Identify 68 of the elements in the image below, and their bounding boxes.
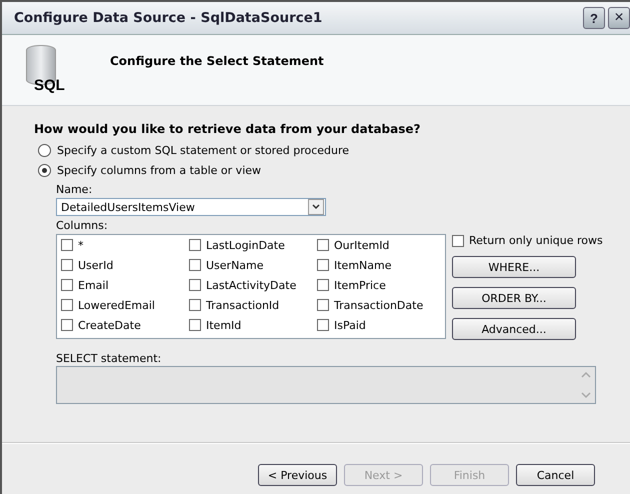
checkbox[interactable] [61, 319, 73, 331]
checkbox-label: IsPaid [334, 318, 366, 332]
checkbox[interactable] [189, 279, 201, 291]
checkbox-label: UserName [206, 258, 264, 272]
name-dropdown[interactable]: DetailedUsersItemsView [56, 198, 326, 216]
query-button[interactable]: ORDER BY... [452, 287, 576, 309]
select-statement-label: SELECT statement: [56, 350, 162, 366]
checkbox[interactable] [61, 239, 73, 251]
help-button[interactable]: ? [583, 7, 605, 29]
checkbox[interactable] [189, 239, 201, 251]
column-checkbox[interactable]: IsPaid [317, 315, 445, 335]
column-checkbox[interactable]: * [61, 235, 189, 255]
checkbox-label: * [78, 238, 84, 252]
checkbox[interactable] [189, 259, 201, 271]
checkbox-label: UserId [78, 258, 114, 272]
checkbox-label: LastActivityDate [206, 278, 296, 292]
column-checkbox[interactable]: CreateDate [61, 315, 189, 335]
column-checkbox[interactable]: UserName [189, 255, 317, 275]
radio-button[interactable] [38, 144, 51, 156]
column-checkbox[interactable]: LastLoginDate [189, 235, 317, 255]
column-checkbox[interactable]: ItemName [317, 255, 445, 275]
option-label: Specify columns from a table or view [57, 164, 262, 176]
checkbox-label: LastLoginDate [206, 238, 285, 252]
checkbox-label: Email [78, 278, 109, 292]
question-text: How would you like to retrieve data from your database? [34, 122, 422, 136]
column-checkbox[interactable]: LastActivityDate [189, 275, 317, 295]
wizard-button[interactable]: < Previous [258, 464, 337, 486]
column-checkbox[interactable]: LoweredEmail [61, 295, 189, 315]
checkbox[interactable] [317, 259, 329, 271]
radio-option[interactable]: Specify a custom SQL statement or stored procedure [38, 140, 596, 160]
radio-option[interactable]: Specify columns from a table or view [38, 160, 596, 180]
checkbox[interactable] [189, 319, 201, 331]
column-checkbox[interactable]: ItemId [189, 315, 317, 335]
window-title: Configure Data Source - SqlDataSource1 [14, 10, 324, 26]
checkbox-label: OurItemId [334, 238, 390, 252]
checkbox-label: ItemPrice [334, 278, 386, 292]
checkbox-label: CreateDate [78, 318, 141, 332]
checkbox-label: ItemId [206, 318, 242, 332]
checkbox[interactable] [61, 259, 73, 271]
checkbox[interactable] [317, 239, 329, 251]
checkbox[interactable] [189, 299, 201, 311]
icon-label: SQL [34, 77, 65, 94]
checkbox[interactable] [317, 279, 329, 291]
column-checkbox[interactable]: TransactionDate [317, 295, 445, 315]
checkbox-label: LoweredEmail [78, 298, 155, 312]
name-label: Name: [56, 182, 94, 198]
checkbox[interactable] [317, 319, 329, 331]
columns-label: Columns: [56, 218, 109, 234]
query-button[interactable]: Advanced... [452, 318, 576, 340]
option-label: Specify a custom SQL statement or stored procedure [57, 144, 350, 156]
checkbox[interactable] [317, 299, 329, 311]
column-checkbox[interactable]: Email [61, 275, 189, 295]
checkbox-label: TransactionDate [334, 298, 424, 312]
close-button[interactable]: × [608, 7, 630, 29]
checkbox-label: TransactionId [206, 298, 280, 312]
column-checkbox[interactable]: UserId [61, 255, 189, 275]
checkbox[interactable] [61, 279, 73, 291]
checkbox-label: ItemName [334, 258, 392, 272]
checkbox[interactable] [452, 234, 464, 246]
dropdown-value: DetailedUsersItemsView [61, 200, 196, 214]
column-checkbox[interactable]: TransactionId [189, 295, 317, 315]
column-checkbox[interactable]: ItemPrice [317, 275, 445, 295]
column-checkbox[interactable]: OurItemId [317, 235, 445, 255]
page-title: Configure the Select Statement [110, 54, 324, 68]
radio-button[interactable] [38, 164, 51, 176]
wizard-button[interactable]: Cancel [516, 464, 595, 486]
query-button[interactable]: WHERE... [452, 256, 576, 278]
checkbox[interactable] [61, 299, 73, 311]
